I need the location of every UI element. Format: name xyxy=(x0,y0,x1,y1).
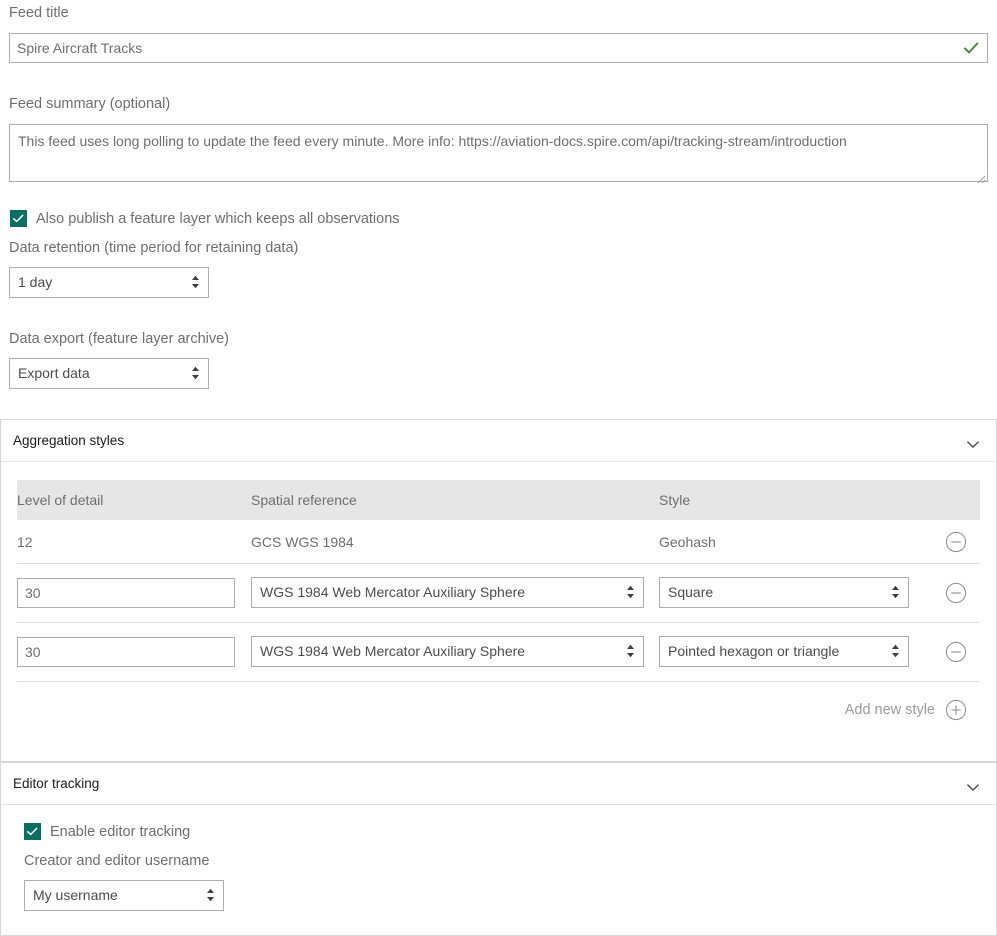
style-value: Square xyxy=(660,578,908,607)
add-new-style-row[interactable]: Add new style xyxy=(17,682,980,738)
aggregation-styles-header[interactable]: Aggregation styles xyxy=(1,420,996,462)
cell-level-of-detail: 12 xyxy=(17,534,251,550)
check-icon xyxy=(12,212,25,225)
data-retention-group: Data retention (time period for retainin… xyxy=(9,241,298,300)
column-header-spatial-reference: Spatial reference xyxy=(251,492,659,508)
cell-spatial-reference: GCS WGS 1984 xyxy=(251,534,659,550)
editor-tracking-panel: Editor tracking Enable editor tracking C… xyxy=(0,762,997,936)
data-retention-value: 1 day xyxy=(10,268,208,297)
style-value: Pointed hexagon or triangle xyxy=(660,637,908,666)
table-row: 12 GCS WGS 1984 Geohash xyxy=(17,520,980,564)
cell-actions xyxy=(914,582,980,604)
table-row: WGS 1984 Web Mercator Auxiliary Sphere P… xyxy=(17,623,980,682)
minus-circle-icon[interactable] xyxy=(945,531,967,553)
feed-title-input-wrap xyxy=(9,33,988,63)
cell-actions xyxy=(914,531,980,553)
creator-editor-username-group: Creator and editor username My username xyxy=(24,854,996,913)
editor-tracking-header[interactable]: Editor tracking xyxy=(1,763,996,805)
data-retention-label: Data retention (time period for retainin… xyxy=(9,241,298,256)
data-export-group: Data export (feature layer archive) Expo… xyxy=(9,332,229,391)
feed-summary-textarea[interactable]: This feed uses long polling to update th… xyxy=(9,124,988,182)
spatial-reference-select[interactable]: WGS 1984 Web Mercator Auxiliary Sphere xyxy=(251,577,644,608)
creator-editor-username-value: My username xyxy=(25,881,223,910)
column-header-style: Style xyxy=(659,492,914,508)
feed-summary-label: Feed summary (optional) xyxy=(9,97,988,112)
add-new-style-label: Add new style xyxy=(845,702,935,718)
enable-editor-tracking-checkbox[interactable] xyxy=(24,823,41,840)
feed-summary-group: Feed summary (optional) This feed uses l… xyxy=(9,97,988,185)
enable-editor-tracking-row[interactable]: Enable editor tracking xyxy=(24,823,996,840)
check-icon xyxy=(26,825,39,838)
cell-style: Pointed hexagon or triangle xyxy=(659,636,914,669)
style-select[interactable]: Pointed hexagon or triangle xyxy=(659,636,909,667)
cell-spatial-reference: WGS 1984 Web Mercator Auxiliary Sphere xyxy=(251,577,659,610)
cell-actions xyxy=(914,641,980,663)
data-export-select[interactable]: Export data xyxy=(9,358,209,389)
plus-circle-icon[interactable] xyxy=(945,699,967,721)
enable-editor-tracking-label: Enable editor tracking xyxy=(50,824,190,840)
feed-title-input[interactable] xyxy=(9,33,988,63)
aggregation-styles-panel: Aggregation styles Level of detail Spati… xyxy=(0,419,997,762)
publish-feature-layer-checkbox[interactable] xyxy=(10,210,27,227)
column-header-level-of-detail: Level of detail xyxy=(17,492,251,508)
creator-editor-username-select[interactable]: My username xyxy=(24,880,224,911)
feed-summary-textarea-wrap: This feed uses long polling to update th… xyxy=(9,124,988,185)
minus-circle-icon[interactable] xyxy=(945,641,967,663)
aggregation-styles-title: Aggregation styles xyxy=(13,433,124,448)
editor-tracking-body: Enable editor tracking Creator and edito… xyxy=(1,805,996,913)
table-row: WGS 1984 Web Mercator Auxiliary Sphere S… xyxy=(17,564,980,623)
data-export-label: Data export (feature layer archive) xyxy=(9,332,229,347)
level-of-detail-input[interactable] xyxy=(17,578,235,608)
aggregation-table-header: Level of detail Spatial reference Style xyxy=(17,480,980,520)
cell-level-of-detail xyxy=(17,578,251,608)
feed-title-label: Feed title xyxy=(9,6,988,21)
feed-title-group: Feed title xyxy=(9,6,988,63)
data-retention-select[interactable]: 1 day xyxy=(9,267,209,298)
level-of-detail-input[interactable] xyxy=(17,637,235,667)
publish-feature-layer-label: Also publish a feature layer which keeps… xyxy=(36,211,400,227)
data-export-value: Export data xyxy=(10,359,208,388)
chevron-down-icon[interactable] xyxy=(966,779,980,788)
editor-tracking-title: Editor tracking xyxy=(13,776,99,791)
spatial-reference-select[interactable]: WGS 1984 Web Mercator Auxiliary Sphere xyxy=(251,636,644,667)
spatial-reference-value: WGS 1984 Web Mercator Auxiliary Sphere xyxy=(252,637,643,666)
cell-style: Square xyxy=(659,577,914,610)
style-select[interactable]: Square xyxy=(659,577,909,608)
creator-editor-username-label: Creator and editor username xyxy=(24,854,996,869)
minus-circle-icon[interactable] xyxy=(945,582,967,604)
publish-feature-layer-row[interactable]: Also publish a feature layer which keeps… xyxy=(10,210,400,227)
chevron-down-icon[interactable] xyxy=(966,436,980,445)
cell-level-of-detail xyxy=(17,637,251,667)
spatial-reference-value: WGS 1984 Web Mercator Auxiliary Sphere xyxy=(252,578,643,607)
cell-spatial-reference: WGS 1984 Web Mercator Auxiliary Sphere xyxy=(251,636,659,669)
cell-style: Geohash xyxy=(659,534,914,550)
